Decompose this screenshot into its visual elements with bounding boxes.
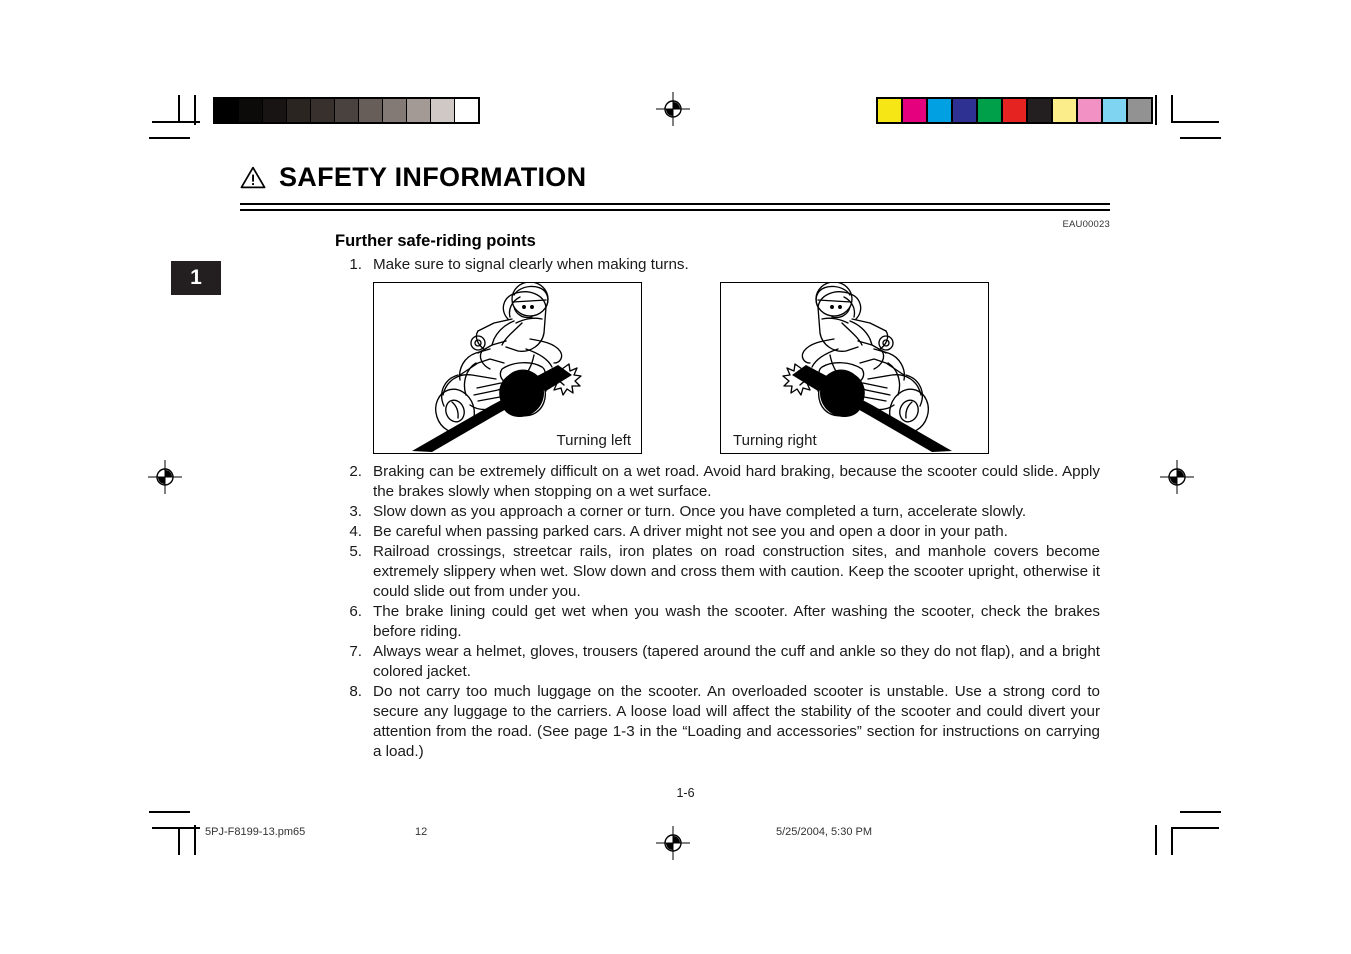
color-swatch xyxy=(239,99,263,122)
color-swatch xyxy=(431,99,455,122)
crop-mark-bottom-right-horizontal-inner xyxy=(1171,827,1219,829)
safe-riding-point: 3. Slow down as you approach a corner or … xyxy=(335,502,1100,522)
color-swatch xyxy=(1078,99,1103,122)
color-swatch xyxy=(928,99,953,122)
color-swatch xyxy=(1103,99,1128,122)
color-swatch xyxy=(978,99,1003,122)
color-swatch xyxy=(1053,99,1078,122)
crop-mark-bottom-right-horizontal-outer xyxy=(1180,811,1221,813)
crop-mark-top-left-vertical-inner xyxy=(178,95,180,123)
crop-mark-bottom-left-horizontal-inner xyxy=(152,827,200,829)
crop-mark-bottom-right-vertical-inner xyxy=(1171,827,1173,855)
color-swatch xyxy=(1028,99,1053,122)
list-item-text: Always wear a helmet, gloves, trousers (… xyxy=(373,643,1100,680)
illustration-row: Turning left Turning right xyxy=(373,282,989,454)
registration-mark-bottom xyxy=(656,826,690,860)
print-footer-timestamp: 5/25/2004, 5:30 PM xyxy=(776,826,873,838)
list-item-number: 3. xyxy=(349,503,362,520)
folio: 1-6 xyxy=(0,786,1351,800)
list-item-text: Make sure to signal clearly when making … xyxy=(373,256,689,273)
section-heading: Further safe-riding points xyxy=(335,232,536,250)
crop-mark-top-right-vertical-outer xyxy=(1155,95,1157,125)
safe-riding-point: 7. Always wear a helmet, gloves, trousers… xyxy=(335,642,1100,682)
color-swatch xyxy=(407,99,431,122)
print-footer-sheet-number: 12 xyxy=(415,826,428,838)
color-swatch xyxy=(287,99,311,122)
crop-mark-bottom-left-vertical-outer xyxy=(194,825,196,855)
list-item-number: 6. xyxy=(349,603,362,620)
page-header: SAFETY INFORMATION xyxy=(240,160,1110,211)
scooter-turning-right-illustration: Turning right xyxy=(720,282,989,454)
list-item-number: 2. xyxy=(349,463,362,480)
list-item-text: Railroad crossings, streetcar rails, iro… xyxy=(373,543,1100,600)
registration-mark-top xyxy=(656,92,690,126)
crop-mark-bottom-right-vertical-outer xyxy=(1155,825,1157,855)
list-item-text: Be careful when passing parked cars. A d… xyxy=(373,523,1008,540)
list-item-number: 8. xyxy=(349,683,362,700)
page-title: SAFETY INFORMATION xyxy=(279,161,587,192)
color-swatch xyxy=(1003,99,1028,122)
figure-caption: Turning right xyxy=(733,432,817,449)
list-item-text: Slow down as you approach a corner or tu… xyxy=(373,503,1027,520)
color-swatch xyxy=(903,99,928,122)
scooter-turning-left-illustration: Turning left xyxy=(373,282,642,454)
safe-riding-point: 1. Make sure to signal clearly when makin… xyxy=(335,255,1100,275)
list-item-number: 4. xyxy=(349,523,362,540)
color-swatch xyxy=(359,99,383,122)
manual-page: 1 SAFETY INFORMATION EAU00023 Further sa… xyxy=(0,0,1351,954)
warning-triangle-icon xyxy=(240,166,266,189)
registration-mark-right xyxy=(1160,460,1194,494)
registration-mark-left xyxy=(148,460,182,494)
color-swatch xyxy=(215,99,239,122)
safe-riding-point: 8. Do not carry too much luggage on the s… xyxy=(335,682,1100,762)
color-swatch xyxy=(878,99,903,122)
safe-riding-point: 6. The brake lining could get wet when yo… xyxy=(335,602,1100,642)
safe-riding-point: 2. Braking can be extremely difficult on … xyxy=(335,462,1100,502)
list-item-number: 1. xyxy=(349,256,362,273)
process-color-bar xyxy=(876,97,1153,124)
crop-mark-top-right-horizontal-inner xyxy=(1171,121,1219,123)
crop-mark-top-left-horizontal-outer xyxy=(149,137,190,139)
print-footer-filename: 5PJ-F8199-13.pm65 xyxy=(205,826,306,838)
crop-mark-bottom-left-vertical-inner xyxy=(178,827,180,855)
safe-riding-point: 4. Be careful when passing parked cars. A… xyxy=(335,522,1100,542)
chapter-tab: 1 xyxy=(171,261,221,295)
grayscale-step-wedge xyxy=(213,97,480,124)
color-swatch xyxy=(335,99,359,122)
color-swatch xyxy=(1128,99,1151,122)
list-item-number: 5. xyxy=(349,543,362,560)
crop-mark-top-left-vertical-outer xyxy=(194,95,196,125)
list-item-text: Do not carry too much luggage on the sco… xyxy=(373,683,1100,760)
safe-riding-point: 5. Railroad crossings, streetcar rails, i… xyxy=(335,542,1100,602)
color-swatch xyxy=(263,99,287,122)
figure-caption: Turning left xyxy=(556,432,631,449)
crop-mark-top-right-vertical-inner xyxy=(1171,95,1173,123)
header-divider xyxy=(240,203,1110,211)
crop-mark-top-left-horizontal-inner xyxy=(152,121,200,123)
crop-mark-top-right-horizontal-outer xyxy=(1180,137,1221,139)
reference-code: EAU00023 xyxy=(1062,219,1110,230)
color-swatch xyxy=(455,99,478,122)
list-item-number: 7. xyxy=(349,643,362,660)
list-item-text: The brake lining could get wet when you … xyxy=(373,603,1100,640)
color-swatch xyxy=(953,99,978,122)
page-number: 1-6 xyxy=(676,786,695,800)
crop-mark-bottom-left-horizontal-outer xyxy=(149,811,190,813)
list-item-text: Braking can be extremely difficult on a … xyxy=(373,463,1100,500)
chapter-tab-number: 1 xyxy=(190,266,202,289)
color-swatch xyxy=(383,99,407,122)
color-swatch xyxy=(311,99,335,122)
